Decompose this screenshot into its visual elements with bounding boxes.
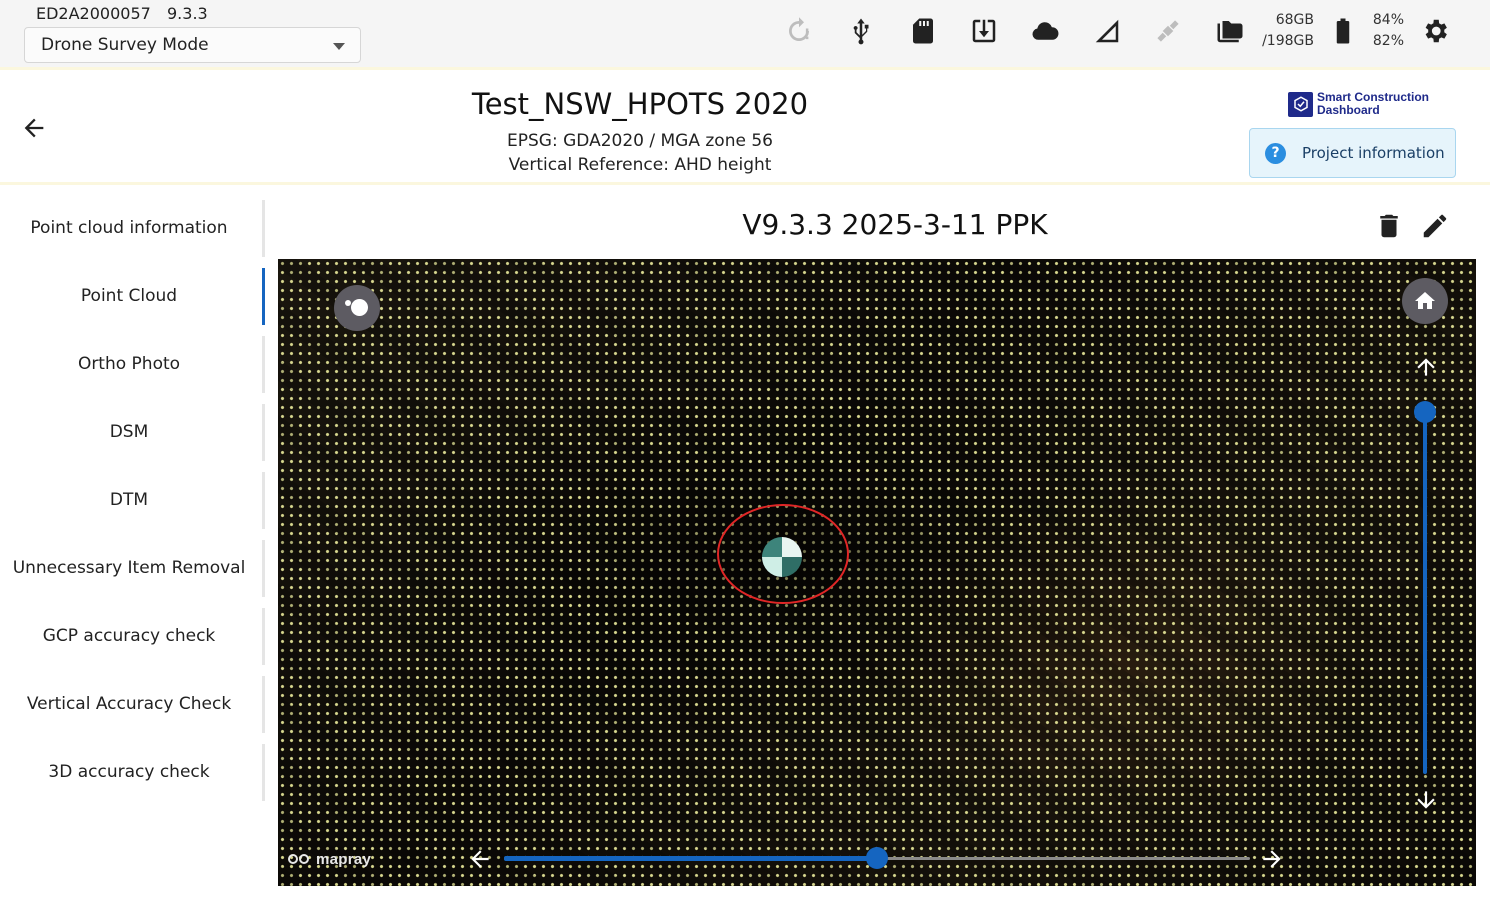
folder-icon[interactable] bbox=[1215, 16, 1245, 46]
brand-line-2: Dashboard bbox=[1317, 103, 1380, 117]
arrow-left-icon[interactable] bbox=[467, 846, 493, 872]
sidebar-item-dtm[interactable]: DTM bbox=[0, 470, 258, 530]
horizontal-slider-fill bbox=[504, 856, 877, 861]
sidebar-active-indicator bbox=[262, 268, 265, 325]
arrow-right-icon[interactable] bbox=[1259, 846, 1285, 872]
edit-icon[interactable] bbox=[1420, 211, 1450, 241]
mapray-logo-icon bbox=[288, 852, 312, 866]
toggle-knob bbox=[351, 299, 368, 316]
sidebar-indicator bbox=[262, 472, 265, 529]
arrow-up-icon[interactable] bbox=[1413, 354, 1439, 380]
sync-warning-icon[interactable] bbox=[784, 16, 814, 46]
sidebar-item-unnecessary-item-removal[interactable]: Unnecessary Item Removal bbox=[0, 538, 258, 598]
mapray-label: mapray bbox=[316, 850, 372, 868]
view-toggle-button[interactable] bbox=[334, 285, 380, 331]
sidebar-item-3d-accuracy-check[interactable]: 3D accuracy check bbox=[0, 742, 258, 802]
project-title: Test_NSW_HPOTS 2020 bbox=[471, 87, 809, 121]
smart-construction-logo-icon bbox=[1288, 91, 1313, 117]
device-version: 9.3.3 bbox=[167, 4, 208, 23]
horizontal-slider-thumb[interactable] bbox=[866, 847, 888, 869]
help-icon: ? bbox=[1265, 143, 1286, 164]
version-title: V9.3.3 2025-3-11 PPK bbox=[742, 208, 1048, 241]
vertical-slider-track[interactable] bbox=[1423, 411, 1427, 774]
project-vertical-reference: Vertical Reference: AHD height bbox=[508, 155, 772, 175]
battery-level-2: 82% bbox=[1372, 33, 1404, 49]
mode-select-value: Drone Survey Mode bbox=[41, 35, 209, 55]
sidebar-item-dsm[interactable]: DSM bbox=[0, 402, 258, 462]
cloud-icon[interactable] bbox=[1030, 16, 1060, 46]
toggle-dot bbox=[345, 300, 351, 306]
home-view-button[interactable] bbox=[1402, 278, 1448, 324]
battery-icon[interactable] bbox=[1328, 16, 1358, 46]
mapray-attribution: mapray bbox=[288, 849, 371, 869]
storage-readout: 68GB /198GB bbox=[1258, 10, 1314, 52]
sidebar-item-point-cloud[interactable]: Point Cloud bbox=[0, 266, 258, 326]
sidebar-item-gcp-accuracy-check[interactable]: GCP accuracy check bbox=[0, 606, 258, 666]
usb-icon[interactable] bbox=[846, 16, 876, 46]
signal-icon[interactable] bbox=[1092, 16, 1122, 46]
sidebar-indicator bbox=[262, 200, 265, 257]
sidebar-indicator bbox=[262, 744, 265, 801]
project-header: Test_NSW_HPOTS 2020 EPSG: GDA2020 / MGA … bbox=[0, 73, 1490, 185]
project-epsg: EPSG: GDA2020 / MGA zone 56 bbox=[507, 131, 773, 151]
sidebar-indicator bbox=[262, 540, 265, 597]
sidebar-nav: Point cloud information Point Cloud Orth… bbox=[0, 196, 270, 816]
storage-total: /198GB bbox=[1262, 33, 1314, 49]
battery-readout: 84% 82% bbox=[1362, 10, 1404, 52]
vertical-slider-thumb[interactable] bbox=[1414, 401, 1436, 423]
mode-select[interactable]: Drone Survey Mode bbox=[24, 27, 361, 63]
point-cloud-viewer[interactable]: mapray bbox=[278, 259, 1476, 886]
highlight-ring bbox=[717, 504, 849, 604]
sidebar-item-point-cloud-information[interactable]: Point cloud information bbox=[0, 198, 258, 258]
home-icon bbox=[1415, 292, 1435, 309]
sidebar-indicator bbox=[262, 676, 265, 733]
smart-construction-logo: Smart Construction Dashboard bbox=[1288, 90, 1429, 118]
sidebar-indicator bbox=[262, 336, 265, 393]
device-id: ED2A2000057 bbox=[36, 4, 151, 23]
status-bar: ED2A2000057 9.3.3 Drone Survey Mode 68GB… bbox=[0, 0, 1490, 70]
arrow-down-icon[interactable] bbox=[1413, 787, 1439, 813]
back-arrow-icon[interactable] bbox=[20, 114, 48, 142]
sidebar-indicator bbox=[262, 608, 265, 665]
delete-icon[interactable] bbox=[1374, 211, 1404, 241]
sidebar-item-ortho-photo[interactable]: Ortho Photo bbox=[0, 334, 258, 394]
satellite-icon[interactable] bbox=[1153, 16, 1183, 46]
battery-level-1: 84% bbox=[1372, 12, 1404, 28]
sd-card-icon[interactable] bbox=[908, 16, 938, 46]
project-information-label: Project information bbox=[1302, 144, 1445, 162]
sidebar-indicator bbox=[262, 404, 265, 461]
viewer-shading bbox=[278, 259, 1476, 886]
chevron-down-icon bbox=[333, 43, 345, 50]
download-icon[interactable] bbox=[969, 16, 999, 46]
storage-used: 68GB bbox=[1275, 12, 1314, 28]
sidebar-item-vertical-accuracy-check[interactable]: Vertical Accuracy Check bbox=[0, 674, 258, 734]
settings-icon[interactable] bbox=[1420, 16, 1450, 46]
project-information-button[interactable]: ? Project information bbox=[1249, 128, 1456, 178]
